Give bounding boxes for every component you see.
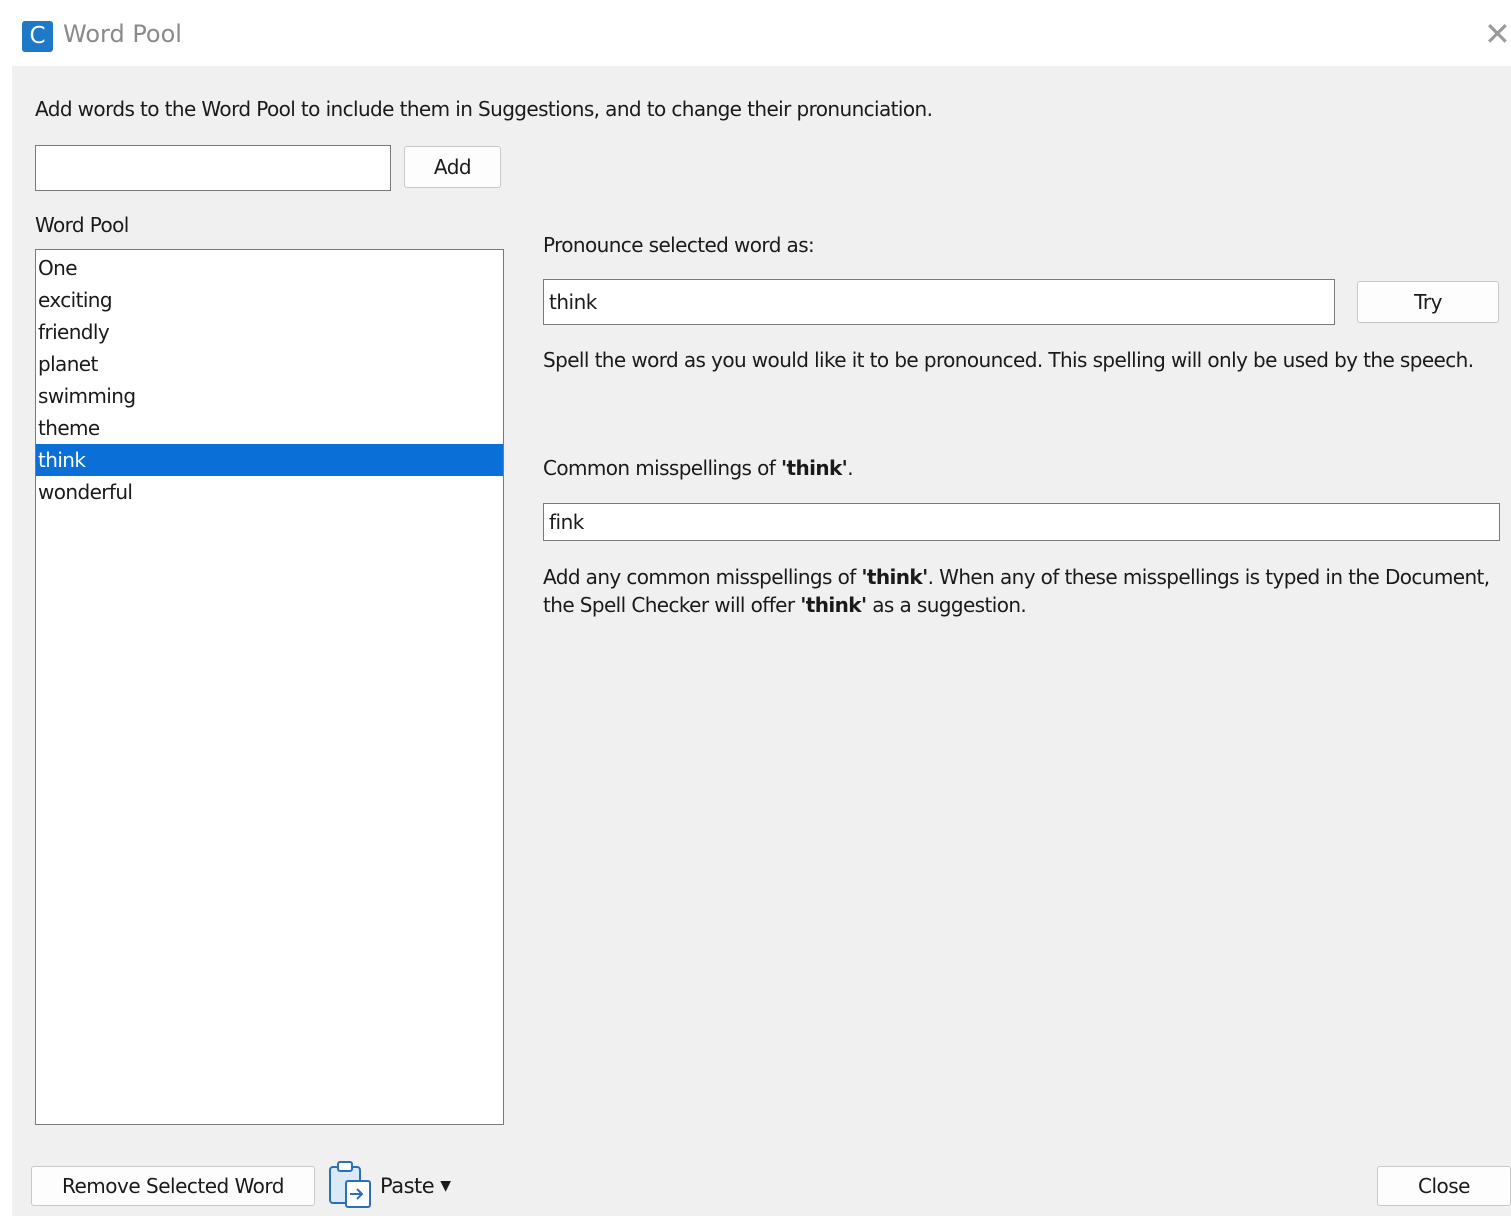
help-text: as a suggestion. [866, 593, 1027, 617]
caret-down-icon: ▼ [440, 1178, 451, 1194]
misspellings-label-prefix: Common misspellings of [543, 456, 781, 480]
close-icon[interactable]: ✕ [1484, 16, 1511, 52]
word-pool-list[interactable]: One exciting friendly planet swimming theme th… [35, 249, 504, 1125]
pronounce-help: Spell the word as you would like it to b… [543, 348, 1474, 372]
word-pool-label: Word Pool [35, 213, 129, 237]
list-item[interactable]: exciting [36, 284, 503, 316]
add-button[interactable]: Add [404, 146, 501, 188]
try-button[interactable]: Try [1357, 281, 1499, 323]
paste-button[interactable]: Paste ▼ [328, 1160, 451, 1212]
close-button[interactable]: Close [1377, 1166, 1511, 1206]
misspellings-label: Common misspellings of 'think'. [543, 456, 854, 480]
clipboard-paste-icon [328, 1159, 374, 1213]
remove-selected-word-button[interactable]: Remove Selected Word [31, 1166, 315, 1206]
intro-text: Add words to the Word Pool to include th… [35, 97, 933, 121]
help-word: 'think' [800, 593, 867, 617]
misspellings-input[interactable]: fink [543, 503, 1500, 541]
help-text: the Spell Checker will offer [543, 593, 801, 617]
add-word-input[interactable] [35, 145, 391, 191]
window-title: Word Pool [63, 20, 182, 48]
pronounce-label: Pronounce selected word as: [543, 233, 815, 257]
misspellings-help: Add any common misspellings of 'think'. … [543, 563, 1490, 619]
app-logo-icon: C [22, 21, 53, 52]
misspellings-help-line1: Add any common misspellings of 'think'. … [543, 563, 1490, 591]
list-item[interactable]: theme [36, 412, 503, 444]
list-item[interactable]: swimming [36, 380, 503, 412]
list-item[interactable]: think [36, 444, 503, 476]
misspellings-help-line2: the Spell Checker will offer 'think' as … [543, 591, 1490, 619]
list-item[interactable]: friendly [36, 316, 503, 348]
misspellings-label-suffix: . [847, 456, 853, 480]
list-item[interactable]: One [36, 252, 503, 284]
help-text: . When any of these misspellings is type… [927, 565, 1490, 589]
paste-label: Paste [380, 1174, 435, 1198]
dialog-body: Add words to the Word Pool to include th… [12, 66, 1511, 1216]
pronounce-input[interactable]: think [543, 279, 1335, 325]
list-item[interactable]: wonderful [36, 476, 503, 508]
misspellings-label-word: 'think' [780, 456, 848, 480]
help-text: Add any common misspellings of [543, 565, 862, 589]
help-word: 'think' [861, 565, 928, 589]
title-bar: C Word Pool ✕ [0, 0, 1511, 66]
list-item[interactable]: planet [36, 348, 503, 380]
